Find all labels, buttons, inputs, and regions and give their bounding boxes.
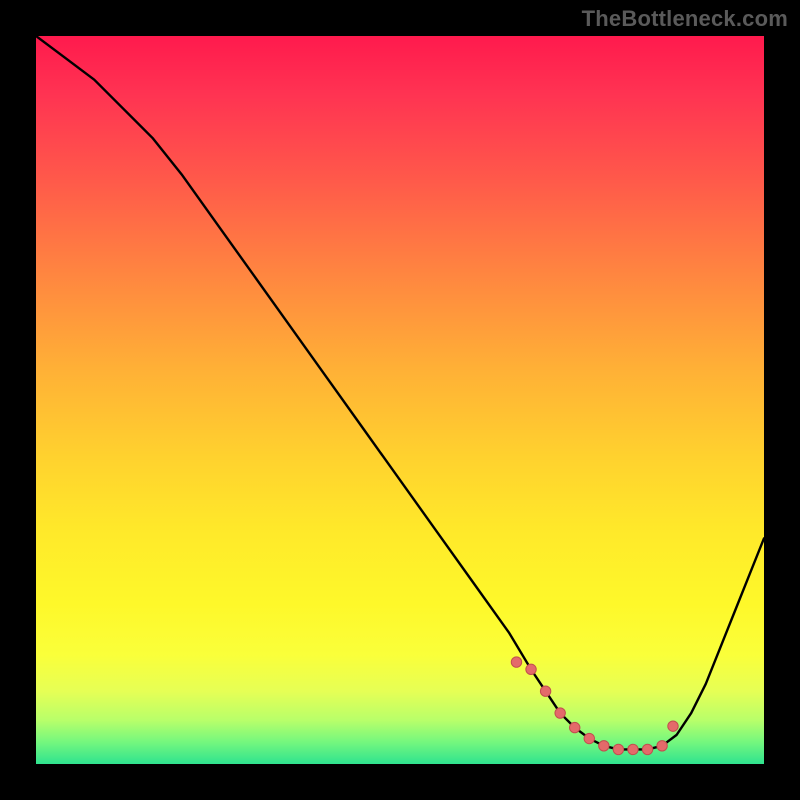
- marker-dot: [613, 744, 623, 754]
- marker-dot: [555, 708, 565, 718]
- marker-dot: [540, 686, 550, 696]
- curve-layer: [36, 36, 764, 764]
- marker-dot: [657, 741, 667, 751]
- marker-dot: [584, 733, 594, 743]
- marker-dot: [570, 722, 580, 732]
- marker-dot: [511, 657, 521, 667]
- marker-dot: [526, 664, 536, 674]
- chart-container: TheBottleneck.com: [0, 0, 800, 800]
- marker-dot: [642, 744, 652, 754]
- marker-dot: [599, 741, 609, 751]
- watermark-text: TheBottleneck.com: [582, 6, 788, 32]
- plot-area: [36, 36, 764, 764]
- marker-group: [511, 657, 678, 755]
- marker-dot: [668, 721, 678, 731]
- marker-dot: [628, 744, 638, 754]
- bottleneck-curve: [36, 36, 764, 749]
